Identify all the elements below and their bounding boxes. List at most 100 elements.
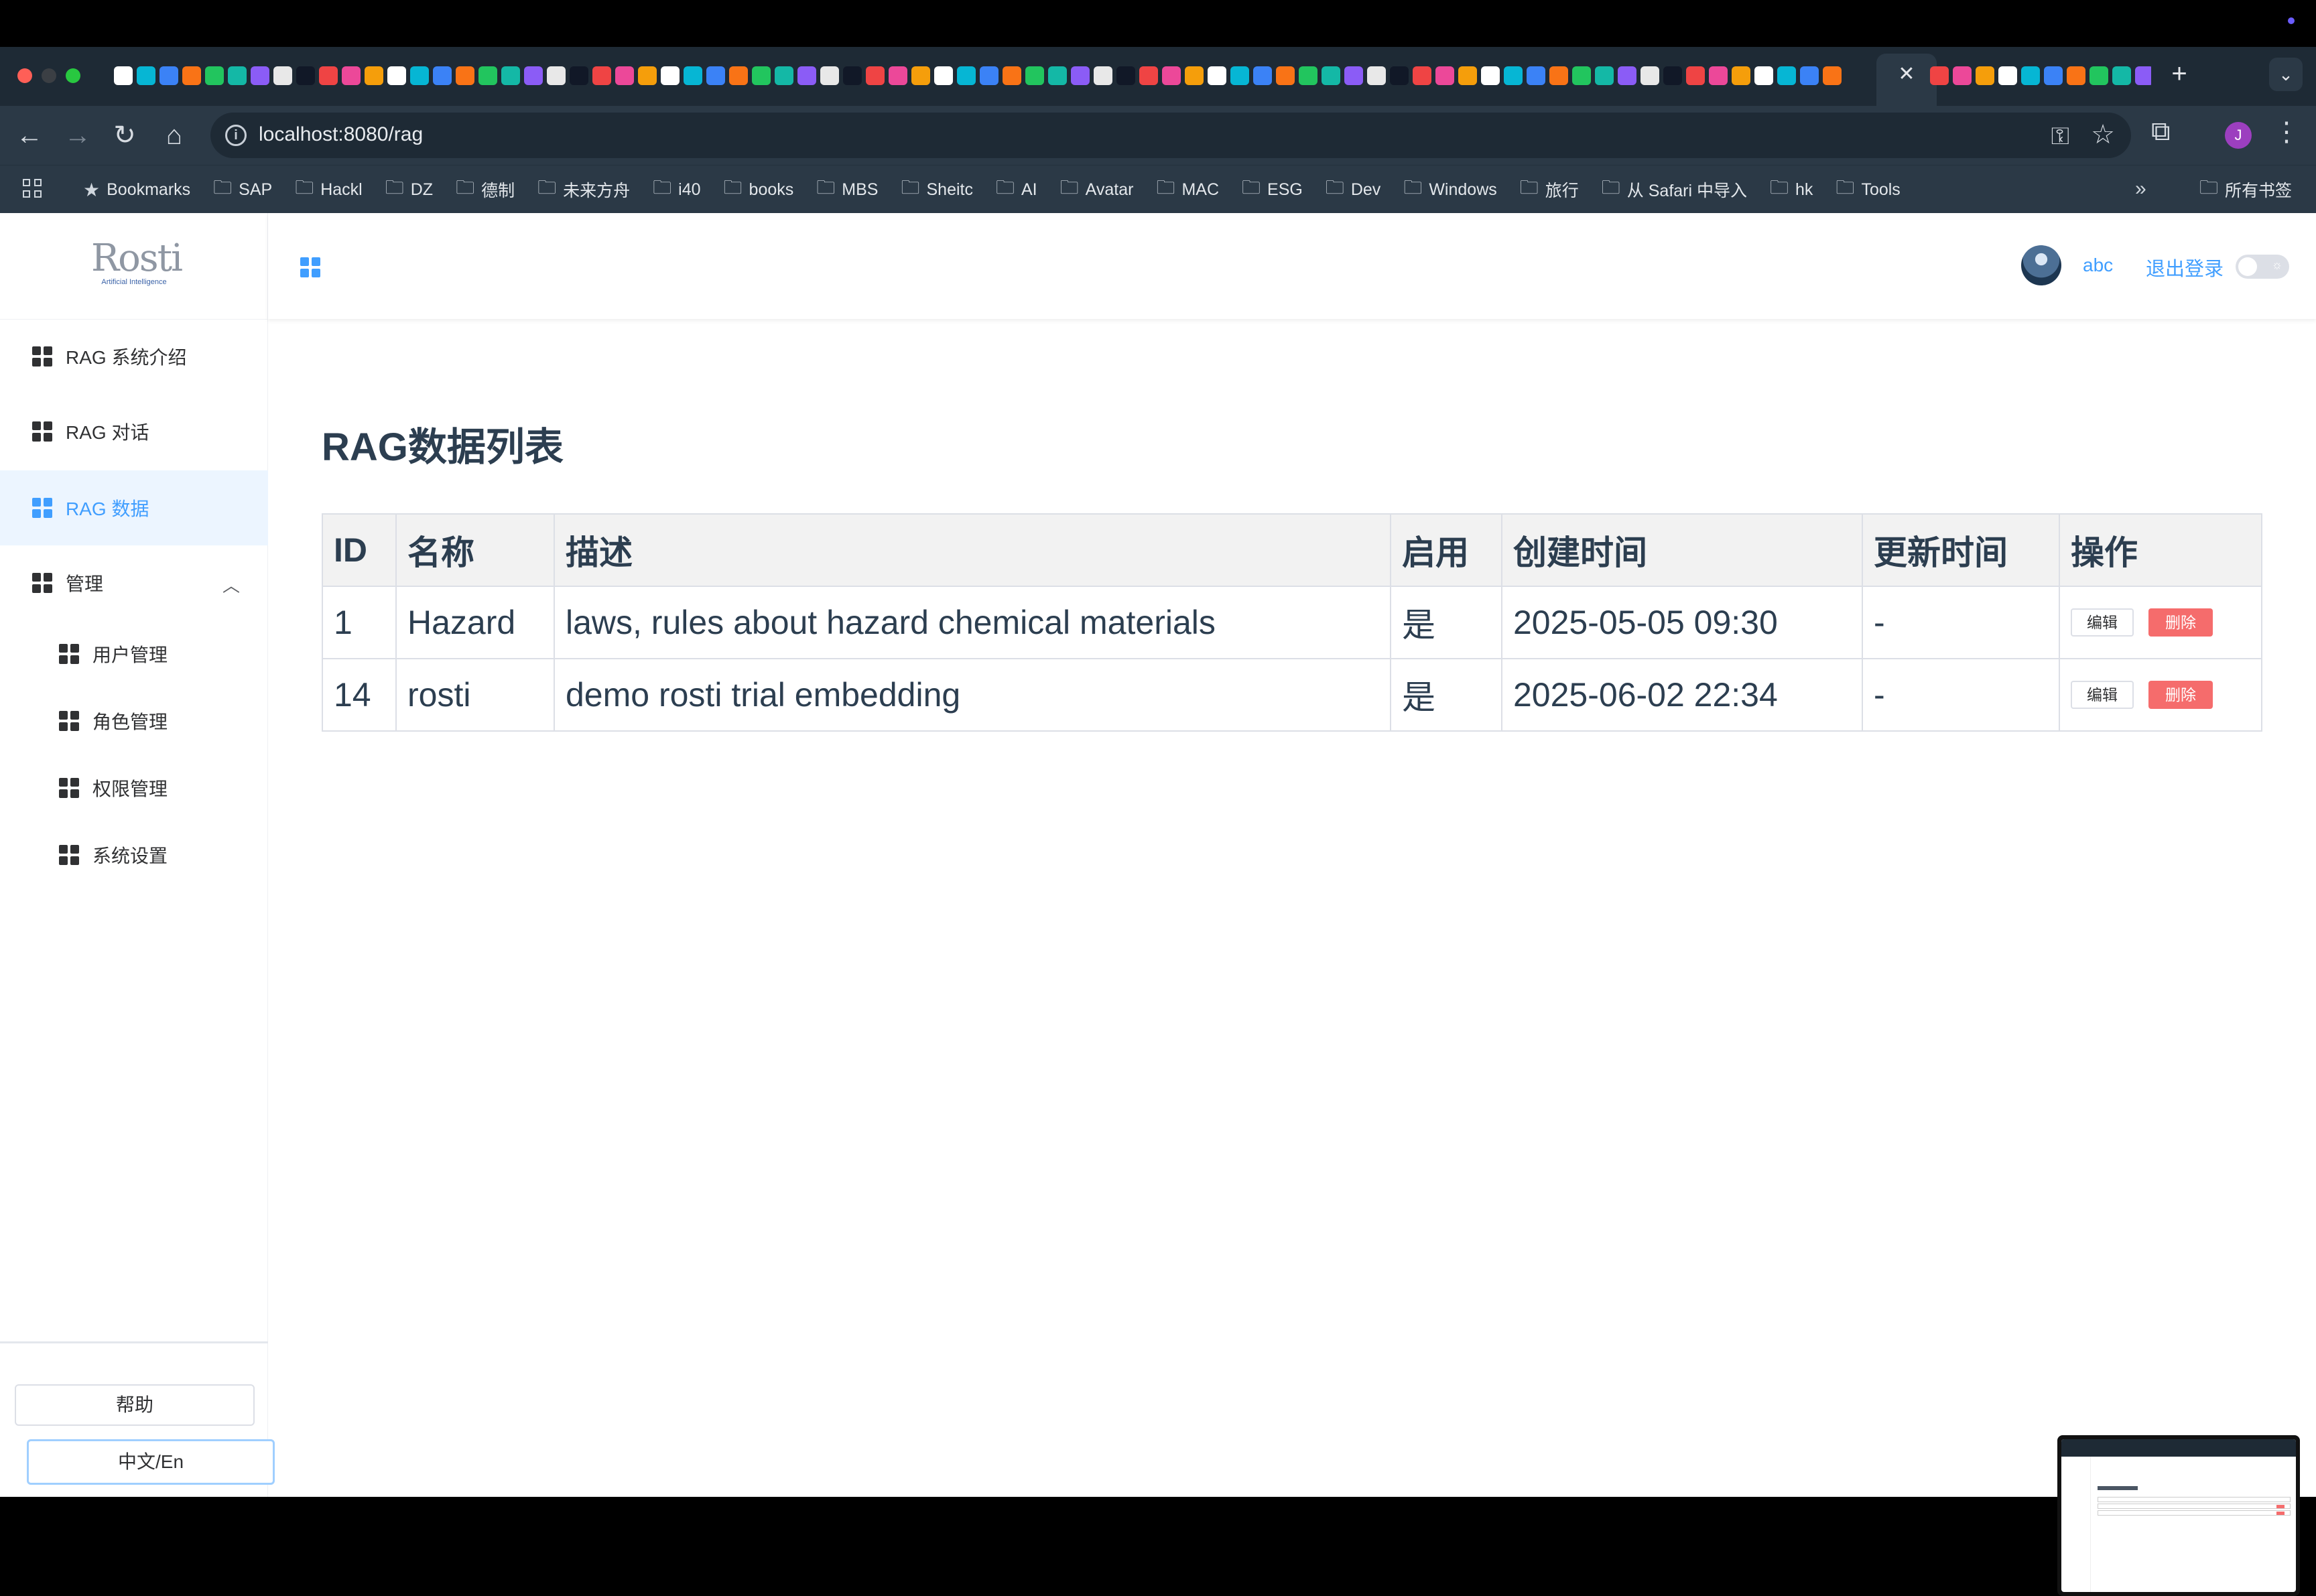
bookmark-folder[interactable]: 🗀 SAP: [213, 174, 272, 206]
browser-menu-icon[interactable]: ⋮: [2273, 117, 2300, 147]
tab-favicon-icon[interactable]: [866, 66, 885, 85]
sidebar-item-role-management[interactable]: 角色管理: [0, 687, 268, 754]
bookmark-folder[interactable]: 🗀 从 Safari 中导入: [1602, 174, 1747, 206]
tab-favicon-icon[interactable]: [2089, 66, 2108, 85]
tab-favicon-icon[interactable]: [1435, 66, 1454, 85]
tab-favicon-icon[interactable]: [1572, 66, 1591, 85]
close-window-button[interactable]: [17, 68, 32, 83]
tab-favicon-icon[interactable]: [911, 66, 930, 85]
tab-favicon-icon[interactable]: [1618, 66, 1636, 85]
tab-favicon-icon[interactable]: [820, 66, 839, 85]
tab-favicon-icon[interactable]: [1367, 66, 1386, 85]
home-icon[interactable]: ⌂: [157, 118, 192, 153]
delete-button[interactable]: 删除: [2148, 681, 2213, 709]
tab-favicon-icon[interactable]: [1253, 66, 1272, 85]
new-tab-button[interactable]: +: [2166, 60, 2193, 87]
tab-favicon-icon[interactable]: [137, 66, 155, 85]
sidebar-item-user-management[interactable]: 用户管理: [0, 620, 268, 687]
profile-avatar[interactable]: J: [2225, 122, 2252, 149]
tab-favicon-icon[interactable]: [365, 66, 383, 85]
tab-favicon-icon[interactable]: [1998, 66, 2017, 85]
more-bookmarks-chevron-icon[interactable]: »: [2135, 178, 2146, 200]
tab-favicon-icon[interactable]: [2112, 66, 2131, 85]
tab-search-button[interactable]: ⌄: [2269, 58, 2303, 91]
sidebar-item-rag-data[interactable]: RAG 数据: [0, 470, 268, 545]
tab-favicon-icon[interactable]: [1413, 66, 1431, 85]
bookmark-folder[interactable]: 🗀 德制: [456, 174, 515, 206]
tab-favicon-icon[interactable]: [752, 66, 771, 85]
forward-arrow-icon[interactable]: →: [60, 118, 95, 153]
bookmark-folder[interactable]: 🗀 DZ: [385, 174, 433, 206]
sidebar-item-rag-chat[interactable]: RAG 对话: [0, 394, 268, 469]
tab-favicon-icon[interactable]: [638, 66, 657, 85]
tab-favicon-icon[interactable]: [1930, 66, 1949, 85]
tab-favicon-icon[interactable]: [1048, 66, 1067, 85]
tab-favicon-icon[interactable]: [729, 66, 748, 85]
tab-favicon-icon[interactable]: [1116, 66, 1135, 85]
bookmark-folder[interactable]: 🗀 MBS: [816, 174, 878, 206]
tab-favicon-icon[interactable]: [2021, 66, 2040, 85]
tab-favicon-icon[interactable]: [797, 66, 816, 85]
tab-favicon-icon[interactable]: [1595, 66, 1614, 85]
tab-favicon-icon[interactable]: [456, 66, 474, 85]
sidebar-item-system-settings[interactable]: 系统设置: [0, 821, 268, 888]
tab-favicon-icon[interactable]: [1549, 66, 1568, 85]
all-bookmarks-folder[interactable]: 🗀 所有书签: [2199, 165, 2292, 214]
menu-toggle-grid-icon[interactable]: [300, 257, 320, 277]
tab-favicon-icon[interactable]: [1504, 66, 1523, 85]
tab-favicon-icon[interactable]: [957, 66, 976, 85]
bookmark-folder[interactable]: 🗀 ESG: [1242, 174, 1303, 206]
tab-favicon-icon[interactable]: [1527, 66, 1545, 85]
tab-favicon-icon[interactable]: [1071, 66, 1090, 85]
bookmark-folder[interactable]: 🗀 hk: [1770, 174, 1813, 206]
edit-button[interactable]: 编辑: [2071, 681, 2134, 709]
tab-close-icon[interactable]: ✕: [1895, 63, 1918, 86]
tab-favicon-icon[interactable]: [1025, 66, 1044, 85]
tab-favicon-icon[interactable]: [205, 66, 224, 85]
tab-favicon-icon[interactable]: [1481, 66, 1500, 85]
tab-favicon-icon[interactable]: [1094, 66, 1112, 85]
tab-favicon-icon[interactable]: [1322, 66, 1340, 85]
tab-favicon-icon[interactable]: [228, 66, 247, 85]
tab-favicon-icon[interactable]: [1953, 66, 1972, 85]
edit-button[interactable]: 编辑: [2071, 608, 2134, 637]
tab-favicon-icon[interactable]: [1003, 66, 1021, 85]
tab-favicon-icon[interactable]: [1230, 66, 1249, 85]
logout-link[interactable]: 退出登录: [2146, 253, 2224, 281]
sidebar-item-rag-intro[interactable]: RAG 系统介绍: [0, 319, 268, 394]
tab-favicon-icon[interactable]: [1754, 66, 1773, 85]
tab-favicon-icon[interactable]: [478, 66, 497, 85]
tab-favicon-icon[interactable]: [251, 66, 269, 85]
tab-favicon-icon[interactable]: [501, 66, 520, 85]
bookmark-star-icon[interactable]: ☆: [2091, 119, 2115, 150]
tab-favicon-icon[interactable]: [592, 66, 611, 85]
tab-favicon-icon[interactable]: [1709, 66, 1728, 85]
tab-favicon-icon[interactable]: [114, 66, 133, 85]
screenshot-thumbnail-preview[interactable]: [2057, 1435, 2300, 1596]
tab-favicon-icon[interactable]: [1390, 66, 1409, 85]
back-arrow-icon[interactable]: ←: [12, 118, 47, 153]
tab-favicon-icon[interactable]: [661, 66, 680, 85]
bookmark-folder[interactable]: 🗀 旅行: [1520, 174, 1579, 206]
tab-favicon-icon[interactable]: [1139, 66, 1158, 85]
tab-favicon-icon[interactable]: [273, 66, 292, 85]
tab-favicon-icon[interactable]: [706, 66, 725, 85]
tab-favicon-icon[interactable]: [980, 66, 999, 85]
tab-favicon-icon[interactable]: [159, 66, 178, 85]
chevron-up-icon[interactable]: ︿: [222, 572, 240, 597]
zoom-window-button[interactable]: [66, 68, 80, 83]
tab-favicon-icon[interactable]: [570, 66, 588, 85]
apps-grid-icon[interactable]: [23, 179, 43, 199]
tab-favicon-icon[interactable]: [934, 66, 953, 85]
tab-favicon-icon[interactable]: [1777, 66, 1796, 85]
tab-favicon-icon[interactable]: [1276, 66, 1295, 85]
bookmark-folder[interactable]: 🗀 i40: [653, 174, 700, 206]
help-button[interactable]: 帮助: [15, 1384, 255, 1426]
tab-favicon-icon[interactable]: [1344, 66, 1363, 85]
tab-favicon-icon[interactable]: [524, 66, 543, 85]
tab-favicon-icon[interactable]: [1800, 66, 1819, 85]
tab-favicon-icon[interactable]: [1823, 66, 1842, 85]
tab-favicon-icon[interactable]: [410, 66, 429, 85]
tab-favicon-icon[interactable]: [296, 66, 315, 85]
extensions-puzzle-icon[interactable]: ⧉: [2151, 117, 2171, 147]
